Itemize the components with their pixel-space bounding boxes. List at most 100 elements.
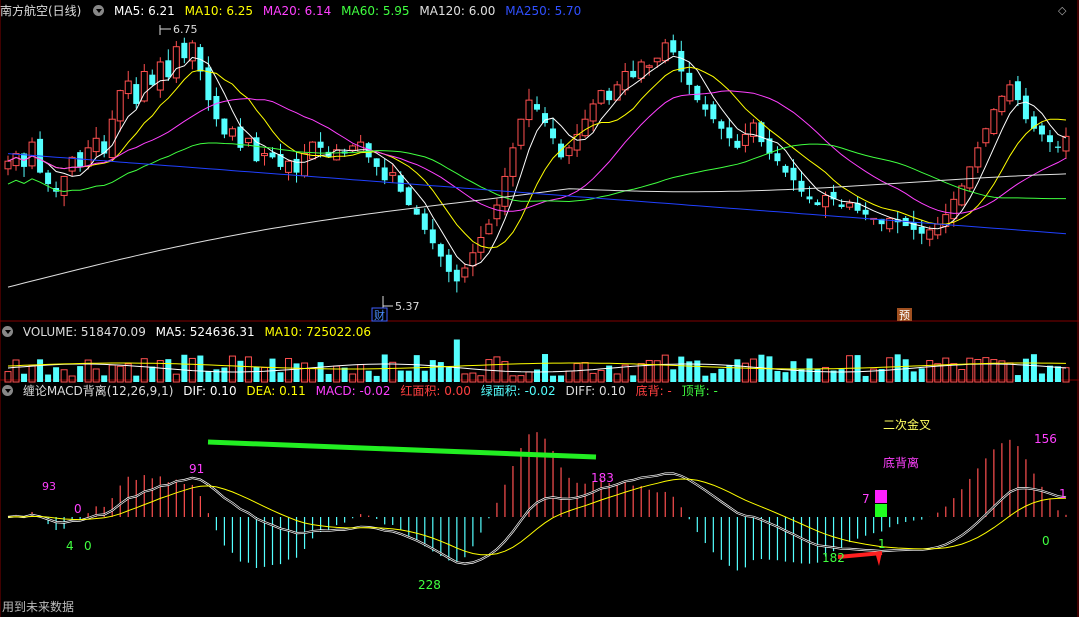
- candle-body-up: [260, 153, 268, 157]
- top-divergence-line: [207, 439, 597, 460]
- candle-body-up: [597, 90, 605, 104]
- count-91: 91: [189, 462, 204, 476]
- volume-bar-up: [172, 373, 180, 383]
- candle-body-up: [228, 128, 236, 137]
- candle-body-up: [461, 267, 469, 278]
- candle-body-up: [60, 175, 68, 196]
- count-4: 4: [66, 539, 74, 553]
- candle-body-down: [45, 172, 52, 185]
- candle-body-down: [782, 165, 789, 173]
- volume-bar-up: [469, 372, 477, 383]
- candle-body-down: [293, 158, 300, 173]
- volume-bar-down: [814, 368, 821, 382]
- candle-body-down: [606, 90, 613, 101]
- candle-body-up: [974, 147, 982, 168]
- volume-bar-down: [702, 375, 709, 382]
- volume-bar-down: [421, 370, 428, 382]
- candle-body-down: [862, 209, 869, 215]
- volume-bar-down: [678, 356, 685, 382]
- volume-bar-up: [950, 363, 958, 383]
- candle-body-up: [621, 71, 629, 91]
- candle-body-down: [1038, 125, 1045, 135]
- moving-average-group: [7, 55, 1067, 288]
- volume-bar-down: [862, 375, 869, 382]
- candle-body-up: [966, 166, 974, 189]
- signal-square-magenta: [875, 490, 887, 503]
- candle-body-down: [413, 208, 420, 215]
- candle-body-down: [269, 152, 276, 158]
- candle-body-down: [445, 254, 452, 272]
- volume-bar-up: [621, 364, 629, 383]
- cai-tag[interactable]: 财: [374, 308, 385, 322]
- volume-bar-down: [918, 368, 925, 382]
- candle-body-up: [950, 198, 958, 220]
- candle-body-down: [534, 104, 540, 110]
- volume-bar-up: [749, 358, 757, 383]
- candle-body-up: [645, 65, 653, 68]
- bottom-divergence-label: 底背离: [883, 455, 919, 470]
- ma5-line: [7, 55, 1067, 267]
- candle-body-up: [309, 141, 317, 160]
- volume-bar-down: [45, 374, 52, 382]
- volume-bar-down: [149, 366, 156, 382]
- volume-bar-down: [165, 359, 172, 382]
- count-0-b: 0: [84, 539, 92, 553]
- divergence-arrow-icon: [875, 552, 882, 566]
- candlestick-group: [4, 34, 1070, 293]
- volume-bar-up: [974, 358, 982, 383]
- count-182: 182: [822, 551, 845, 565]
- volume-bar-up: [661, 354, 669, 383]
- candle-body-down: [101, 141, 108, 154]
- volume-bar-down: [293, 363, 300, 382]
- candle-body-down: [405, 187, 412, 206]
- volume-bar-down: [1054, 366, 1061, 382]
- volume-bar-down: [37, 359, 44, 382]
- candle-body-up: [846, 202, 854, 208]
- volume-bar-down: [53, 367, 60, 382]
- volume-bar-down: [221, 367, 228, 382]
- volume-bar-up: [966, 357, 974, 383]
- candle-body-down: [774, 153, 781, 162]
- volume-bar-down: [838, 369, 845, 382]
- volume-bar-down: [558, 375, 565, 382]
- count-93: 93: [42, 480, 56, 493]
- candle-body-up: [28, 141, 36, 167]
- volume-bar-up: [581, 362, 589, 383]
- candle-body-down: [381, 167, 388, 181]
- candle-body-up: [661, 42, 669, 62]
- candle-body-down: [630, 70, 637, 78]
- candle-body-up: [12, 153, 20, 167]
- volume-bar-down: [534, 369, 540, 382]
- candle-body-up: [990, 109, 998, 135]
- volume-bar-up: [461, 373, 469, 383]
- volume-bar-down: [405, 370, 412, 382]
- candle-body-up: [741, 133, 749, 146]
- volume-bar-down: [133, 375, 140, 382]
- volume-bar-down: [774, 370, 781, 382]
- low-price-label: 5.37: [395, 300, 420, 313]
- volume-bar-down: [197, 355, 204, 382]
- second-golden-cross-label: 二次金叉: [883, 417, 931, 432]
- candle-body-up: [301, 153, 309, 177]
- volume-bar-down: [1014, 375, 1021, 382]
- candle-body-up: [4, 160, 12, 170]
- candle-body-down: [373, 158, 380, 167]
- candle-body-down: [429, 229, 436, 244]
- candle-body-down: [253, 137, 260, 162]
- volume-bar-down: [317, 362, 324, 382]
- volume-bar-down: [77, 366, 84, 382]
- candle-body-down: [694, 85, 701, 101]
- candle-body-up: [589, 103, 597, 122]
- candle-body-up: [1006, 84, 1014, 102]
- yu-tag[interactable]: 预: [899, 309, 910, 322]
- volume-bar-down: [782, 372, 789, 382]
- volume-bar-up: [349, 373, 357, 383]
- future-data-notice: 用到未来数据: [2, 600, 75, 614]
- volume-bar-down: [101, 375, 108, 382]
- candle-body-up: [389, 172, 397, 176]
- candle-body-down: [1046, 135, 1053, 143]
- candle-body-down: [1054, 146, 1061, 148]
- candle-body-down: [221, 118, 228, 135]
- candle-body-down: [317, 141, 324, 148]
- candle-body-down: [814, 202, 821, 206]
